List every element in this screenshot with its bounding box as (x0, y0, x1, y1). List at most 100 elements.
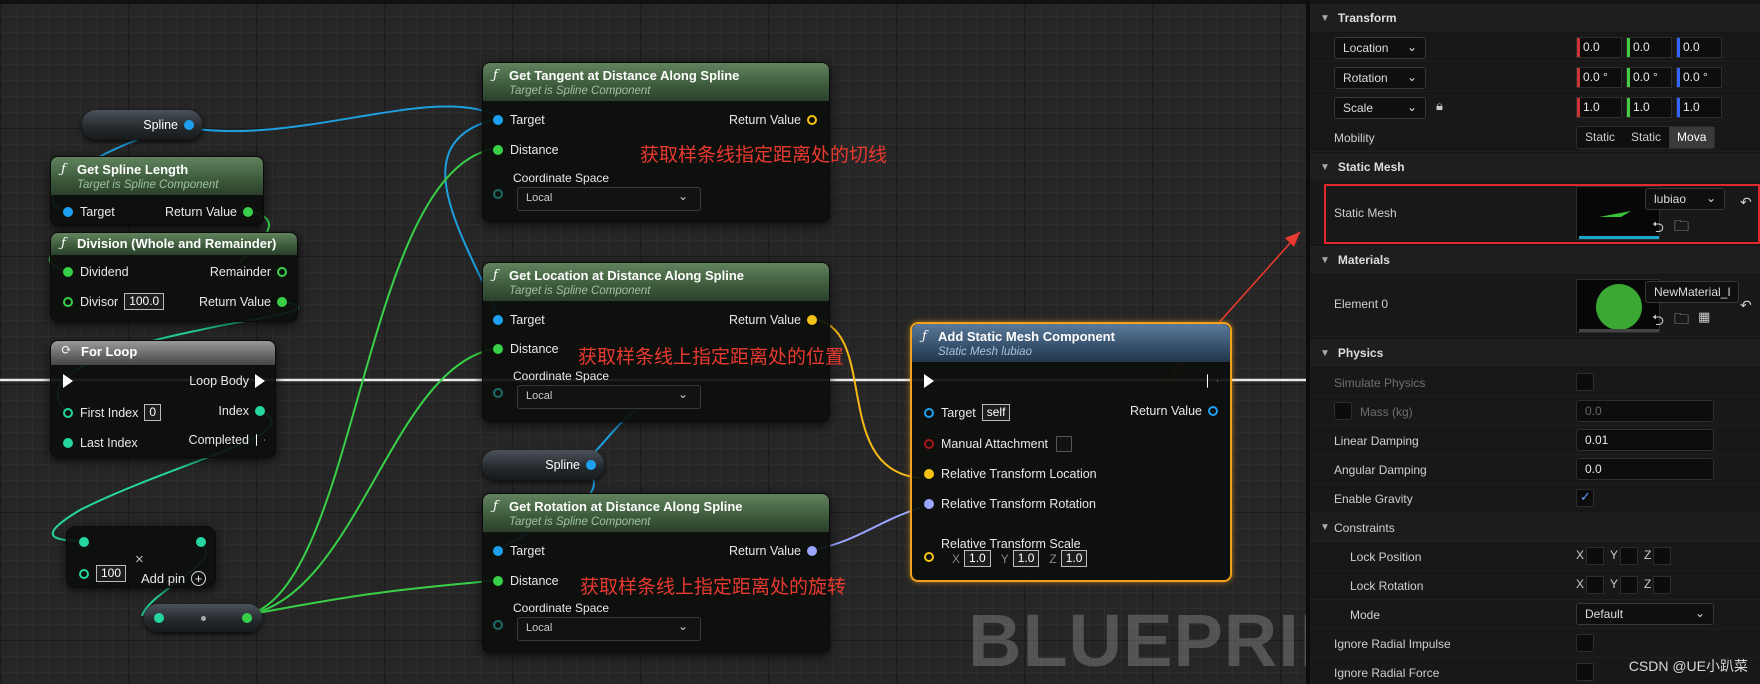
distance-pin[interactable]: Distance (493, 143, 559, 157)
material-dropdown[interactable]: NewMaterial_I (1645, 281, 1739, 303)
lock-icon[interactable]: 🔒︎ (1436, 98, 1443, 114)
return-value-pin[interactable]: Return Value (729, 544, 817, 558)
rotation-z[interactable]: 0.0 ° (1676, 67, 1722, 88)
exec-in-pin[interactable] (63, 374, 73, 388)
reset-icon[interactable]: ↶ (1740, 297, 1752, 314)
target-input[interactable]: self (981, 404, 1011, 421)
lock-rotation-axes[interactable]: XYZ (1576, 576, 1677, 594)
input-pin-a[interactable] (79, 537, 89, 547)
coordinate-space-dropdown[interactable]: Local ⌄ (517, 187, 701, 211)
divisor-input[interactable]: 100.0 (124, 293, 165, 310)
add-static-mesh-component-node[interactable]: ƒ Add Static Mesh Component Static Mesh … (910, 322, 1232, 582)
for-loop-node[interactable]: ⟳ For Loop Loop Body First Index 0 Index … (50, 340, 276, 458)
static-mesh-section-header[interactable]: ▼ Static Mesh (1310, 153, 1760, 181)
angular-damping-field[interactable]: 0.0 (1576, 458, 1714, 480)
coordinate-space-dropdown[interactable]: Local ⌄ (517, 617, 701, 641)
dividend-pin[interactable]: Dividend (63, 265, 129, 279)
first-index-input[interactable]: 0 (144, 404, 162, 421)
simulate-physics-checkbox[interactable] (1576, 373, 1594, 391)
rotation-x[interactable]: 0.0 ° (1576, 67, 1622, 88)
scale-xyz-inputs[interactable]: X 1.0 Y 1.0 Z 1.0 (952, 550, 1088, 567)
location-y[interactable]: 0.0 (1626, 37, 1672, 58)
completed-pin[interactable]: Completed (189, 433, 265, 447)
object-pin-icon[interactable] (586, 460, 596, 470)
scale-z[interactable]: 1.0 (1676, 97, 1722, 118)
multiplier-input[interactable]: 100 (96, 565, 127, 582)
distance-pin[interactable]: Distance (493, 574, 559, 588)
lock-position-axes[interactable]: XYZ (1576, 547, 1677, 565)
location-dropdown[interactable]: Location ⌄ (1334, 37, 1426, 59)
multiply-node[interactable]: × 100 Add pin + (66, 526, 216, 588)
spline-variable-node[interactable]: Spline (482, 450, 604, 480)
location-x[interactable]: 0.0 (1576, 37, 1622, 58)
target-pin[interactable]: Target (493, 544, 545, 558)
get-spline-length-node[interactable]: ƒ Get Spline Length Target is Spline Com… (50, 156, 264, 226)
scale-x[interactable]: 1.0 (1576, 97, 1622, 118)
coordinate-space-pin[interactable] (493, 388, 503, 398)
divisor-pin[interactable]: Divisor 100.0 (63, 293, 165, 310)
division-node[interactable]: ƒ Division (Whole and Remainder) Dividen… (50, 232, 298, 322)
materials-section-header[interactable]: ▼ Materials (1310, 246, 1760, 274)
coordinate-space-pin[interactable] (493, 620, 503, 630)
mobility-option[interactable]: Static (1577, 127, 1623, 148)
browse-icon[interactable]: 🗀 (1674, 309, 1689, 334)
checker-icon[interactable]: ▦ (1698, 309, 1710, 325)
transform-section-header[interactable]: ▼ Transform (1310, 4, 1760, 32)
output-pin[interactable] (196, 537, 206, 547)
mass-field[interactable]: 0.0 (1576, 400, 1714, 422)
return-value-pin[interactable]: Return Value (729, 113, 817, 127)
mobility-option-selected[interactable]: Mova (1669, 127, 1715, 148)
spline-variable-node[interactable]: Spline (82, 110, 202, 140)
target-pin[interactable]: Target (63, 205, 115, 219)
enable-gravity-checkbox[interactable] (1576, 489, 1594, 507)
constraints-header[interactable]: ▼ Constraints (1310, 513, 1760, 542)
loop-body-pin[interactable]: Loop Body (189, 374, 265, 388)
target-pin[interactable]: Target (493, 313, 545, 327)
add-pin-button[interactable]: Add pin + (141, 571, 207, 586)
exec-out-pin[interactable] (1207, 374, 1218, 388)
location-z[interactable]: 0.0 (1676, 37, 1722, 58)
coordinate-space-dropdown[interactable]: Local ⌄ (517, 385, 701, 409)
first-index-pin[interactable]: First Index 0 (63, 404, 162, 421)
return-value-pin[interactable]: Return Value (729, 313, 817, 327)
ignore-radial-impulse-checkbox[interactable] (1576, 634, 1594, 652)
use-selected-icon[interactable]: ⮌ (1652, 217, 1664, 242)
blueprint-graph[interactable]: Spline ƒ Get Spline Length Target is Spl… (0, 0, 1306, 684)
use-selected-icon[interactable]: ⮌ (1652, 310, 1664, 335)
relative-location-pin[interactable]: Relative Transform Location (924, 467, 1097, 481)
mode-dropdown[interactable]: Default ⌄ (1576, 603, 1714, 625)
last-index-pin[interactable]: Last Index (63, 436, 138, 450)
index-pin[interactable]: Index (218, 404, 265, 418)
object-pin-icon[interactable] (184, 120, 194, 130)
mobility-option[interactable]: Static (1623, 127, 1669, 148)
target-pin[interactable]: Target self (924, 404, 1011, 421)
exec-in-pin[interactable] (924, 374, 934, 388)
rotation-dropdown[interactable]: Rotation ⌄ (1334, 67, 1426, 89)
relative-rotation-pin[interactable]: Relative Transform Rotation (924, 497, 1096, 511)
ignore-radial-force-checkbox[interactable] (1576, 663, 1594, 681)
linear-damping-field[interactable]: 0.01 (1576, 429, 1714, 451)
scale-y[interactable]: 1.0 (1626, 97, 1672, 118)
float-output-pin-icon[interactable] (242, 613, 252, 623)
return-value-pin[interactable]: Return Value (165, 205, 253, 219)
coordinate-space-pin[interactable] (493, 189, 503, 199)
manual-attachment-pin[interactable]: Manual Attachment (924, 436, 1073, 452)
reset-icon[interactable]: ↶ (1740, 194, 1752, 211)
details-panel[interactable]: ▼ Transform Location ⌄ 0.0 0.0 0.0 Rotatio… (1306, 0, 1760, 684)
remove-pin-icon[interactable]: × (135, 551, 144, 568)
rotation-y[interactable]: 0.0 ° (1626, 67, 1672, 88)
mass-override-checkbox[interactable] (1334, 402, 1352, 420)
static-mesh-dropdown[interactable]: lubiao ⌄ (1645, 188, 1725, 210)
return-value-pin[interactable]: Return Value (1130, 404, 1218, 418)
remainder-pin[interactable]: Remainder (210, 265, 287, 279)
int-input-pin-icon[interactable] (154, 613, 164, 623)
return-value-pin[interactable]: Return Value (199, 295, 287, 309)
input-pin-b[interactable]: 100 (79, 565, 127, 582)
mobility-selector[interactable]: Static Static Mova (1576, 126, 1716, 149)
target-pin[interactable]: Target (493, 113, 545, 127)
physics-section-header[interactable]: ▼ Physics (1310, 339, 1760, 367)
conversion-node[interactable] (144, 604, 262, 632)
distance-pin[interactable]: Distance (493, 342, 559, 356)
browse-icon[interactable]: 🗀 (1674, 216, 1689, 241)
scale-dropdown[interactable]: Scale ⌄ (1334, 97, 1426, 119)
